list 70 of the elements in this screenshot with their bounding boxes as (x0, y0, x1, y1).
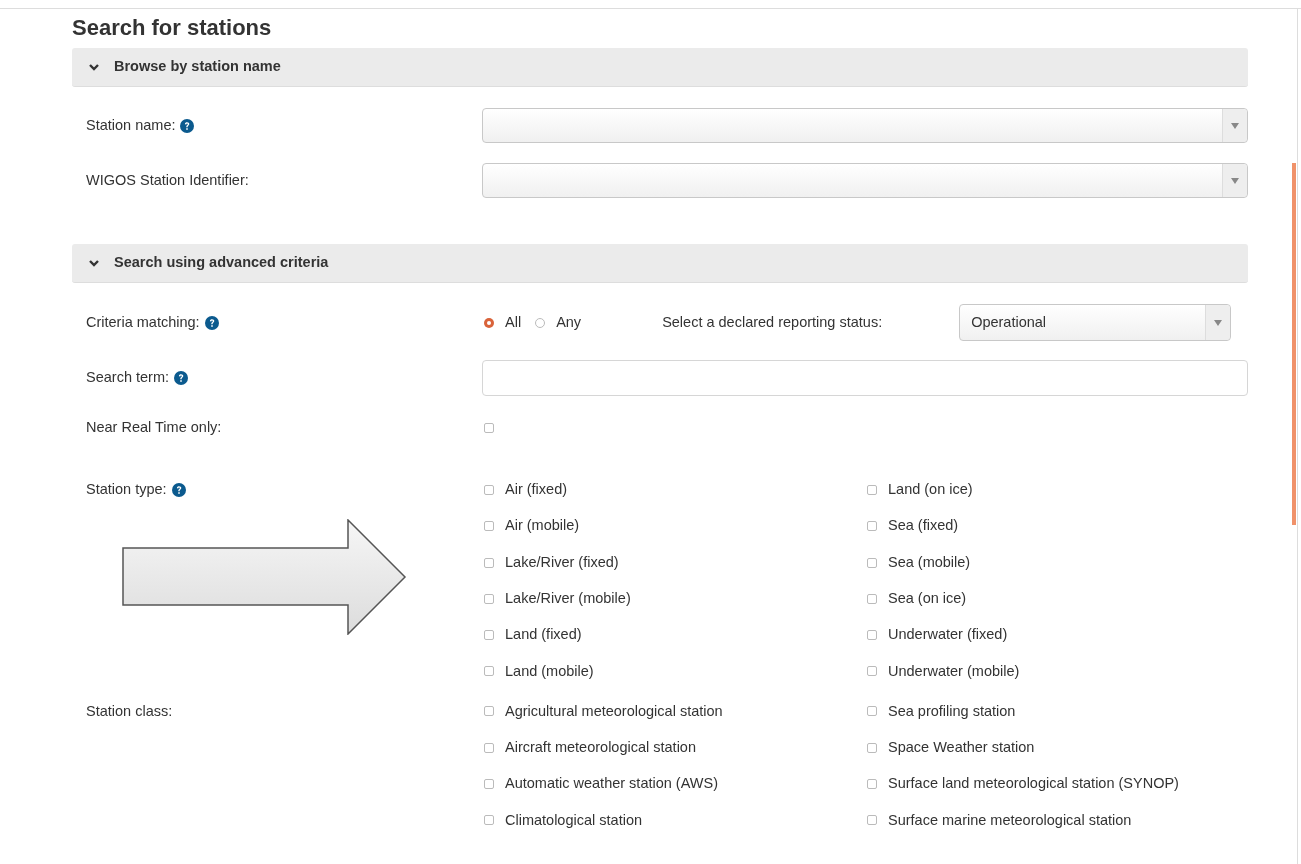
checkbox-label: Underwater (fixed) (888, 625, 1008, 645)
dropdown[interactable] (482, 163, 1248, 198)
section-header[interactable]: Browse by station name (72, 48, 1248, 87)
caret-icon (1231, 122, 1239, 129)
checkbox-label: Space Weather station (888, 737, 1035, 757)
checkbox-label: Sea (on ice) (888, 589, 967, 608)
chevron-icon (88, 257, 100, 269)
caret-icon (1214, 319, 1223, 326)
checkbox[interactable] (484, 485, 494, 495)
checkbox-label: Underwater (mobile) (888, 661, 1020, 681)
checkbox-label: Land (mobile) (505, 661, 594, 681)
field-label: Criteria matching: (86, 312, 200, 332)
checkbox[interactable] (484, 423, 494, 433)
checkbox[interactable] (484, 779, 494, 790)
checkbox-label: Climatological station (505, 810, 642, 830)
dropdown[interactable]: Operational (959, 304, 1232, 341)
chevron-icon (88, 61, 100, 73)
checkbox[interactable] (867, 742, 877, 753)
input-field[interactable] (482, 360, 1248, 396)
checkbox[interactable] (484, 742, 494, 753)
checkbox-label: Sea profiling station (888, 701, 1016, 721)
checkbox-label: Surface marine meteorological station (888, 810, 1132, 830)
caret-icon (1231, 177, 1239, 184)
checkbox-label: Lake/River (fixed) (505, 552, 619, 572)
help-icon[interactable] (204, 315, 219, 330)
checkbox[interactable] (867, 779, 877, 790)
checkbox-label: Land (fixed) (505, 625, 582, 645)
page-title: Search for stations (72, 14, 273, 42)
field-label: WIGOS Station Identifier: (86, 170, 249, 190)
checkbox[interactable] (867, 593, 877, 604)
checkbox-label: Surface land meteorological station (SYNOP) (888, 774, 1179, 794)
radio-button[interactable] (484, 317, 494, 328)
checkbox-label: Automatic weather station (AWS) (505, 774, 718, 794)
checkbox-label: Air (fixed) (505, 480, 568, 500)
checkbox[interactable] (484, 706, 494, 717)
checkbox[interactable] (867, 485, 877, 495)
checkbox-label: Aircraft meteorological station (505, 737, 696, 757)
field-label: Search term: (86, 368, 169, 388)
checkbox-label: Lake/River (mobile) (505, 589, 631, 608)
checkbox[interactable] (867, 706, 877, 717)
checkbox[interactable] (867, 557, 877, 568)
field-label: Station class: (86, 701, 173, 721)
scrollbar-thumb[interactable] (1292, 163, 1296, 525)
checkbox[interactable] (867, 815, 877, 826)
checkbox-label: Air (mobile) (505, 516, 580, 536)
help-icon[interactable] (174, 371, 188, 385)
help-icon[interactable] (180, 118, 195, 133)
radio-label: All (505, 312, 522, 332)
checkbox[interactable] (867, 630, 877, 641)
checkbox-label: Sea (mobile) (888, 552, 971, 572)
radio-label: Any (556, 312, 582, 332)
checkbox[interactable] (484, 593, 494, 604)
checkbox[interactable] (484, 815, 494, 826)
checkbox-label: Land (on ice) (888, 480, 973, 500)
checkbox[interactable] (484, 630, 494, 641)
checkbox-label: Agricultural meteorological station (505, 701, 723, 721)
checkbox[interactable] (484, 666, 494, 677)
dropdown[interactable] (482, 108, 1248, 143)
checkbox[interactable] (484, 521, 494, 532)
section-header[interactable]: Search using advanced criteria (72, 244, 1248, 283)
checkbox[interactable] (867, 666, 877, 677)
field-label: Select a declared reporting status: (662, 312, 884, 332)
field-label: Station type: (86, 480, 167, 500)
radio-button[interactable] (535, 317, 546, 328)
checkbox[interactable] (867, 521, 877, 532)
checkbox[interactable] (484, 557, 494, 568)
field-label: Station name: (86, 115, 176, 135)
field-label: Near Real Time only: (86, 418, 222, 438)
help-icon[interactable] (171, 483, 186, 497)
checkbox-label: Sea (fixed) (888, 516, 959, 536)
